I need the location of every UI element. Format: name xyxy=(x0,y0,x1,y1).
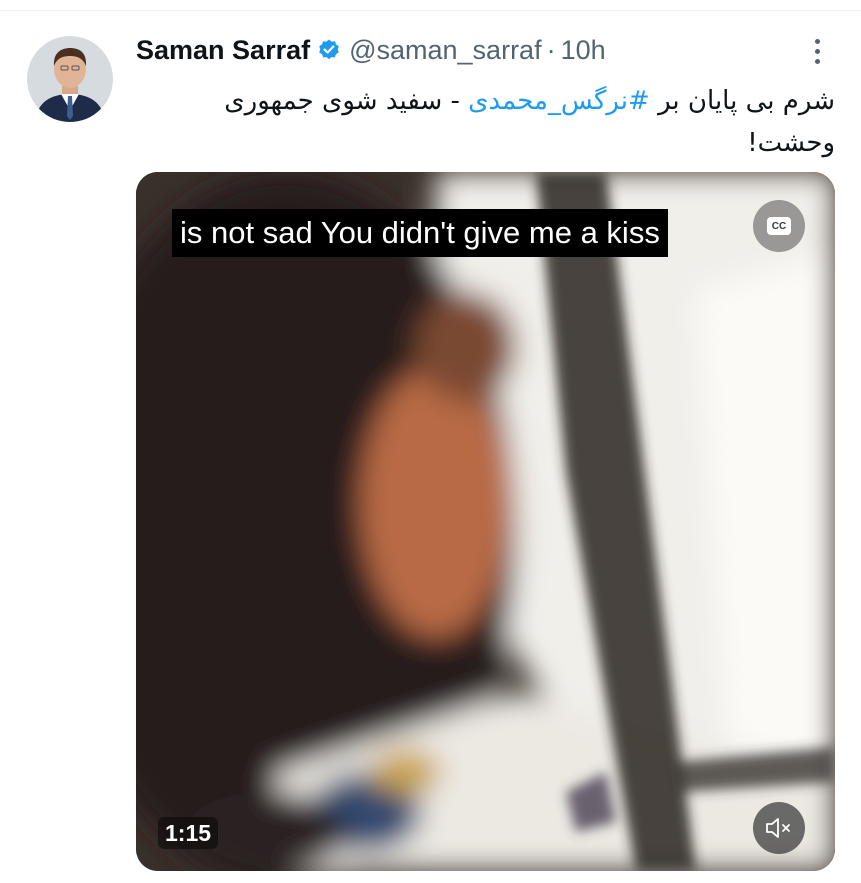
video-duration: 1:15 xyxy=(158,817,219,849)
video-frame xyxy=(136,172,835,871)
tweet-text: شرم بی پایان بر #نرگس_محمدی - سفید شوی ج… xyxy=(136,80,835,164)
author-handle[interactable]: @saman_sarraf xyxy=(349,35,541,66)
avatar[interactable] xyxy=(27,36,113,122)
top-divider xyxy=(0,10,861,11)
video-caption: is not sad You didn't give me a kiss xyxy=(172,209,668,257)
tweet-timestamp[interactable]: 10h xyxy=(561,35,606,66)
hashtag-link[interactable]: #نرگس_محمدی xyxy=(468,86,650,116)
video-player[interactable]: is not sad You didn't give me a kiss CC … xyxy=(136,172,835,871)
tweet-text-before: شرم بی پایان بر xyxy=(649,86,835,116)
closed-captions-icon: CC xyxy=(767,217,791,235)
speaker-muted-icon xyxy=(766,818,790,838)
person-avatar-icon xyxy=(27,36,113,122)
mute-toggle-button[interactable] xyxy=(753,802,805,854)
more-vertical-icon[interactable] xyxy=(806,36,828,66)
verified-badge-icon xyxy=(317,38,341,62)
author-name[interactable]: Saman Sarraf xyxy=(136,35,310,66)
tweet-header: Saman Sarraf @saman_sarraf · 10h xyxy=(136,30,606,70)
header-separator: · xyxy=(546,34,556,65)
closed-captions-button[interactable]: CC xyxy=(753,200,805,252)
